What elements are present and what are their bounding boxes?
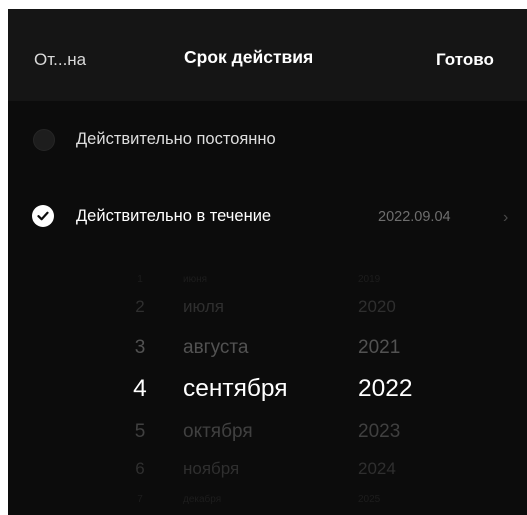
day-option[interactable]: 7	[118, 495, 162, 505]
day-option[interactable]: 1	[118, 275, 162, 285]
page-title: Срок действия	[184, 47, 314, 67]
year-option-selected[interactable]: 2022	[358, 376, 448, 402]
year-option[interactable]: 2019	[358, 275, 448, 285]
month-option[interactable]: ноября	[183, 460, 343, 477]
selected-date-value[interactable]: 2022.09.04	[378, 209, 451, 225]
day-option[interactable]: 6	[118, 460, 162, 477]
month-option[interactable]: июня	[183, 275, 343, 285]
option-label: Действительно в течение	[76, 207, 272, 225]
day-option-selected[interactable]: 4	[118, 376, 162, 402]
option-valid-until[interactable]: Действительно в течение 2022.09.04 ›	[8, 187, 527, 247]
year-option[interactable]: 2024	[358, 460, 448, 477]
year-option[interactable]: 2023	[358, 422, 448, 441]
chevron-right-icon[interactable]: ›	[503, 209, 508, 227]
navigation-bar: От...на Срок действия Готово	[8, 9, 527, 101]
month-option[interactable]: августа	[183, 338, 343, 357]
year-option[interactable]: 2020	[358, 298, 448, 315]
month-option[interactable]: декабря	[183, 495, 343, 505]
month-option[interactable]: октября	[183, 422, 343, 441]
month-option[interactable]: июля	[183, 298, 343, 315]
checkmark-icon[interactable]	[32, 205, 54, 227]
cancel-button[interactable]: От...на	[34, 50, 86, 70]
option-label: Действительно постоянно	[76, 130, 276, 148]
option-valid-permanently[interactable]: Действительно постоянно	[8, 109, 527, 169]
date-picker[interactable]: 1 2 3 4 5 6 7 июня июля августа сентября…	[98, 271, 458, 515]
validity-screen: От...на Срок действия Готово Действитель…	[8, 9, 527, 515]
day-option[interactable]: 2	[118, 298, 162, 315]
done-button[interactable]: Готово	[436, 50, 494, 70]
year-option[interactable]: 2021	[358, 338, 448, 357]
month-option-selected[interactable]: сентября	[183, 376, 343, 402]
day-option[interactable]: 3	[118, 338, 162, 357]
radio-unselected-icon[interactable]	[33, 129, 55, 151]
day-option[interactable]: 5	[118, 422, 162, 441]
year-option[interactable]: 2025	[358, 495, 448, 505]
